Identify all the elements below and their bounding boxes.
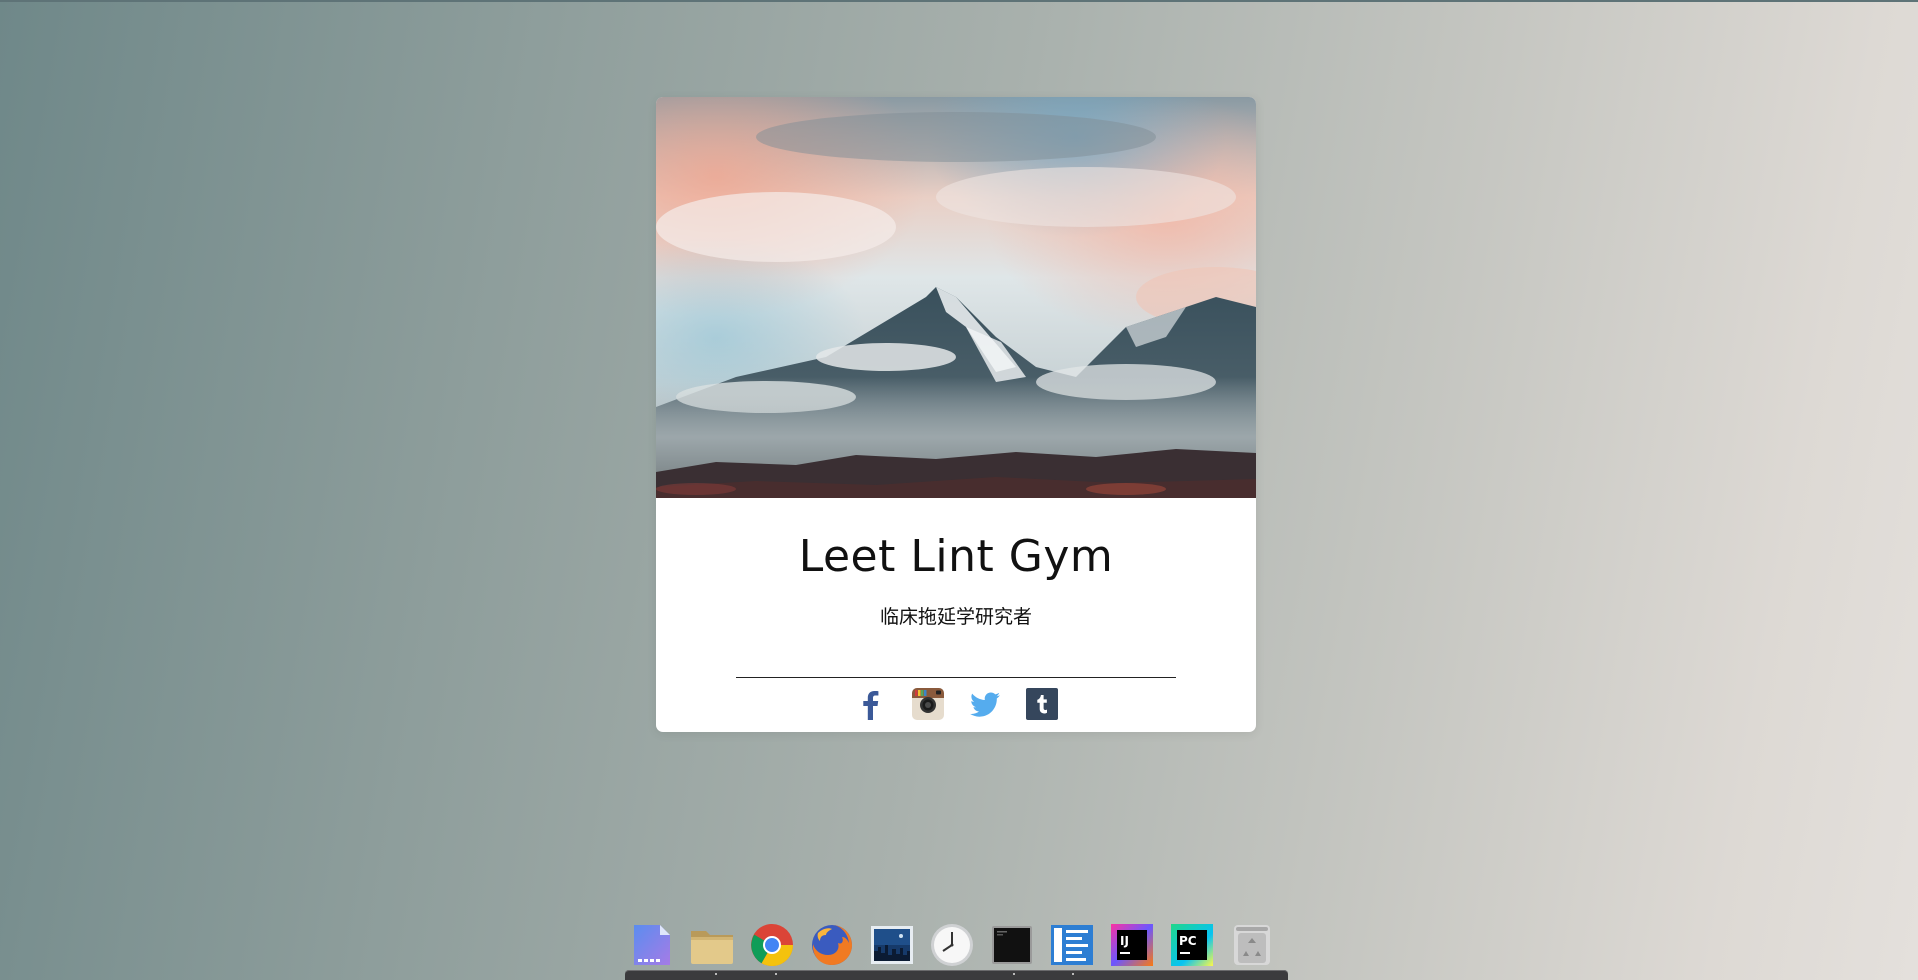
dock-item-intellij[interactable]: IJ (1108, 921, 1156, 969)
trash-icon (1234, 925, 1270, 965)
dock-item-trash[interactable] (1228, 921, 1276, 969)
dock-item-text-viewer[interactable] (1048, 921, 1096, 969)
firefox-icon (812, 925, 852, 965)
svg-text:IJ: IJ (1120, 934, 1129, 948)
dock-item-text-editor[interactable] (628, 921, 676, 969)
tumblr-icon[interactable] (1025, 687, 1059, 721)
dock-item-file-manager[interactable] (688, 921, 736, 969)
dock-item-chrome[interactable] (748, 921, 796, 969)
dock-item-clock[interactable] (928, 921, 976, 969)
social-links (656, 687, 1256, 721)
document-icon (634, 925, 670, 965)
dock-item-image-viewer[interactable] (868, 921, 916, 969)
lines-icon (1051, 925, 1093, 965)
profile-name: Leet Lint Gym (798, 531, 1114, 582)
terminal-icon (992, 926, 1032, 964)
chrome-icon (751, 924, 793, 967)
clock-icon (931, 924, 973, 966)
dock-item-firefox[interactable] (808, 921, 856, 969)
folder-icon (691, 931, 733, 964)
dock-item-pycharm[interactable]: PC (1168, 921, 1216, 969)
dock: IJ PC (628, 918, 1276, 972)
pycharm-icon: PC (1171, 924, 1213, 966)
dock-item-terminal[interactable] (988, 921, 1036, 969)
profile-subtitle: 临床拖延学研究者 (879, 606, 1032, 628)
intellij-icon: IJ (1111, 924, 1153, 966)
dock-shelf (625, 970, 1288, 980)
profile-card: Leet Lint Gym 临床拖延学研究者 (656, 97, 1256, 732)
facebook-icon[interactable] (854, 687, 888, 721)
cover-image (656, 97, 1256, 498)
svg-text:PC: PC (1179, 934, 1197, 948)
image-icon (871, 926, 913, 964)
screen-top-edge (0, 0, 1918, 2)
instagram-icon[interactable] (911, 687, 945, 721)
twitter-icon[interactable] (968, 687, 1002, 721)
divider (736, 677, 1176, 678)
